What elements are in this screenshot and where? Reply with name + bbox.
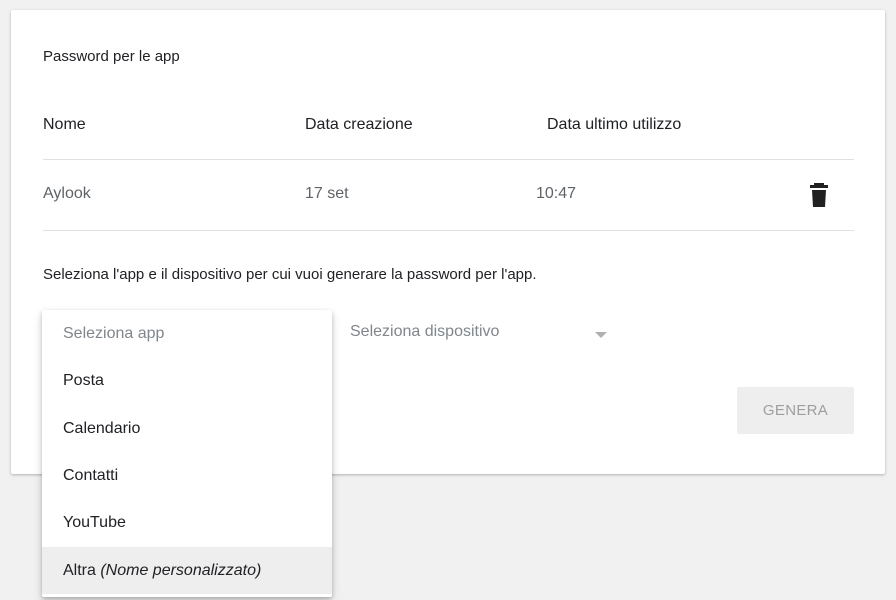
app-option-youtube[interactable]: YouTube — [42, 499, 332, 546]
row-created: 17 set — [305, 185, 349, 202]
device-select[interactable]: Seleziona dispositivo — [350, 322, 616, 350]
column-header-created: Data creazione — [305, 116, 413, 133]
column-header-name: Nome — [43, 116, 86, 133]
header-divider — [43, 159, 854, 160]
app-option-calendario[interactable]: Calendario — [42, 405, 332, 452]
generate-button[interactable]: GENERA — [737, 387, 854, 434]
column-header-last-used: Data ultimo utilizzo — [547, 116, 682, 133]
app-option-altra-note: (Nome personalizzato) — [100, 562, 262, 579]
chevron-down-icon — [595, 332, 607, 338]
delete-password-button[interactable] — [808, 182, 830, 208]
row-divider — [43, 230, 854, 231]
card-title: Password per le app — [43, 48, 180, 65]
row-last-used: 10:47 — [536, 185, 577, 202]
device-select-placeholder: Seleziona dispositivo — [350, 323, 500, 340]
app-option-posta[interactable]: Posta — [42, 357, 332, 404]
trash-icon — [810, 183, 828, 207]
app-option-altra-label: Altra — [63, 562, 101, 579]
row-name: Aylook — [43, 185, 91, 202]
app-select-placeholder[interactable]: Seleziona app — [42, 310, 332, 357]
instruction-text: Seleziona l'app e il dispositivo per cui… — [43, 266, 537, 283]
app-select-dropdown[interactable]: Seleziona app Posta Calendario Contatti … — [42, 310, 332, 597]
app-option-contatti[interactable]: Contatti — [42, 452, 332, 499]
app-option-altra[interactable]: Altra (Nome personalizzato) — [42, 547, 332, 594]
